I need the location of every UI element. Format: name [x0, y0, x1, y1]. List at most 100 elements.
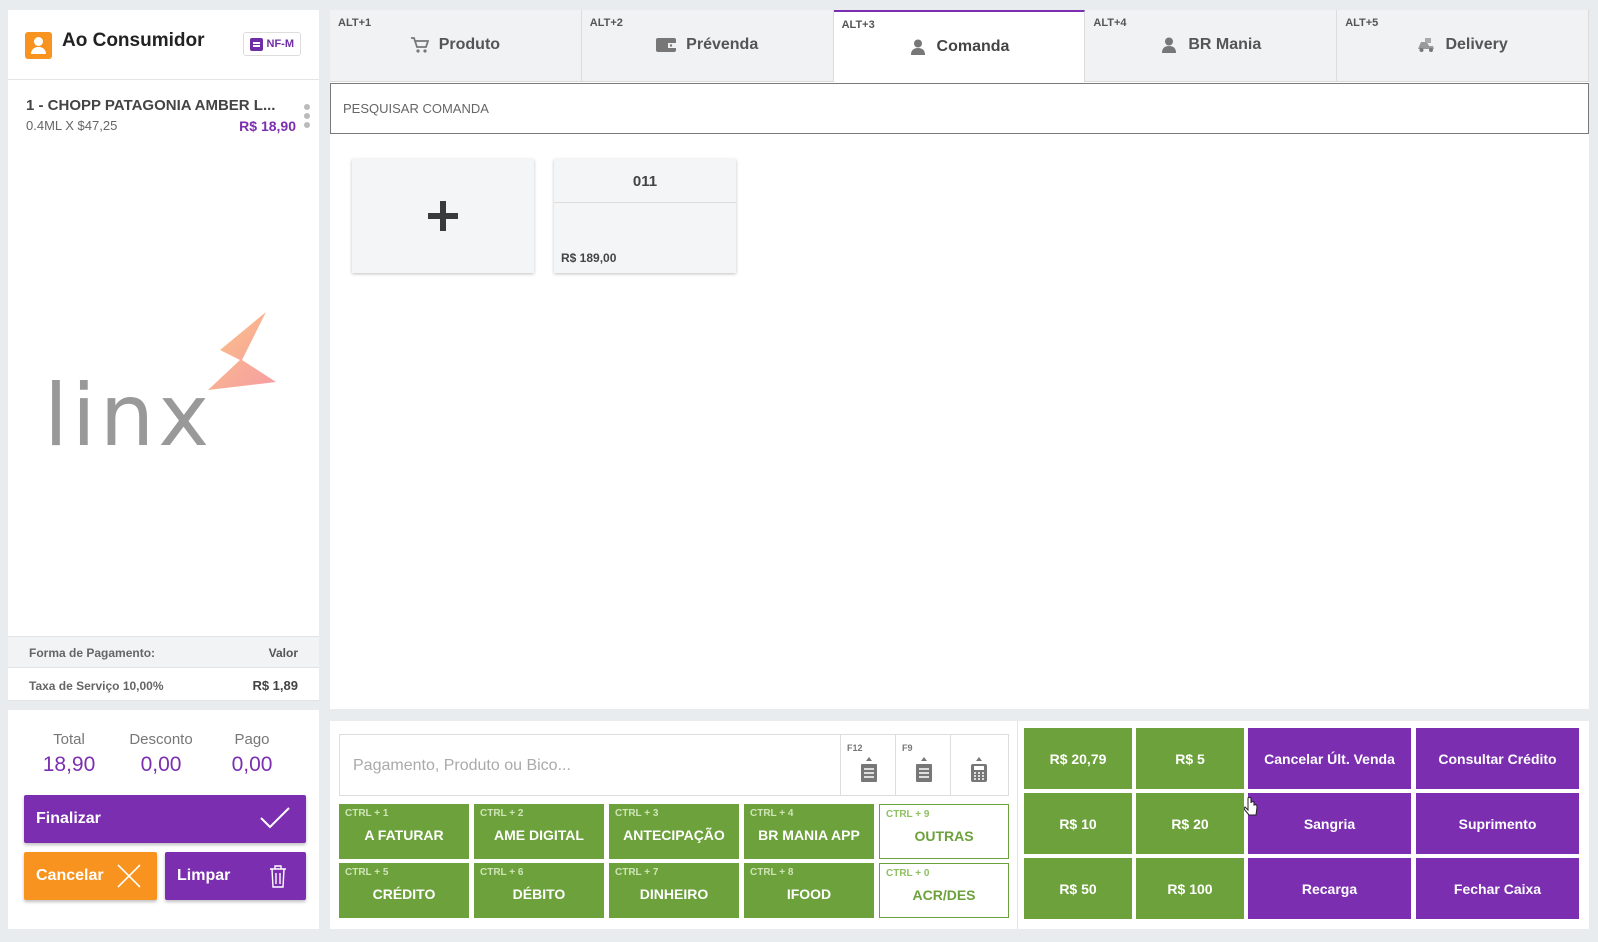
calculator-icon [971, 757, 987, 782]
shortcut-label: CTRL + 5 [345, 867, 389, 878]
payment-label: OUTRAS [914, 828, 974, 844]
payment-antecipacao-button[interactable]: CTRL + 3 ANTECIPAÇÃO [609, 804, 739, 859]
tab-label: Comanda [936, 38, 1010, 55]
tab-shortcut: ALT+3 [841, 19, 875, 31]
shortcut-label: CTRL + 1 [345, 808, 389, 819]
comanda-card[interactable]: 011 R$ 189,00 [554, 159, 736, 273]
clear-button[interactable]: Limpar [165, 852, 306, 900]
wallet-icon [656, 38, 677, 52]
payment-label: BR MANIA APP [758, 827, 860, 843]
tab-label: Produto [438, 36, 501, 53]
tab-bar: ALT+1 Produto ALT+2 Prévenda ALT+3 Coman… [330, 10, 1589, 82]
calculator-button[interactable] [950, 735, 1005, 795]
f9-button[interactable]: F9 [895, 735, 950, 795]
tab-shortcut: ALT+5 [1345, 17, 1379, 29]
total-label: Total [53, 731, 85, 748]
payment-a-faturar-button[interactable]: CTRL + 1 A FATURAR [339, 804, 469, 859]
payment-credito-button[interactable]: CTRL + 5 CRÉDITO [339, 863, 469, 918]
person-icon [1162, 37, 1177, 53]
document-icon [249, 37, 263, 51]
shortcut-label: CTRL + 9 [886, 809, 930, 820]
discount-value: 0,00 [140, 753, 182, 776]
finalize-label: Finalizar [36, 810, 101, 827]
close-icon [117, 864, 141, 888]
payment-dinheiro-button[interactable]: CTRL + 7 DINHEIRO [609, 863, 739, 918]
plus-icon [428, 201, 458, 231]
f9-label: F9 [902, 743, 913, 753]
discount-label: Desconto [129, 731, 193, 748]
cart-icon [410, 37, 429, 53]
tab-label: BR Mania [1188, 36, 1262, 53]
cancel-button[interactable]: Cancelar [24, 852, 157, 900]
payment-value-label: Valor [268, 646, 298, 660]
tab-delivery[interactable]: ALT+5 Delivery [1337, 10, 1589, 82]
payment-method-label: Forma de Pagamento: [29, 646, 156, 660]
cart-item[interactable]: 1 - CHOPP PATAGONIA AMBER L... 0.4ML X $… [26, 97, 310, 134]
cart-item-price: R$ 18,90 [239, 118, 296, 134]
quick-value-button[interactable]: R$ 50 [1024, 858, 1132, 919]
quick-value-button[interactable]: R$ 20 [1136, 793, 1244, 854]
tab-prevenda[interactable]: ALT+2 Prévenda [581, 10, 834, 82]
tab-comanda[interactable]: ALT+3 Comanda [833, 10, 1086, 82]
customer-avatar-icon[interactable] [25, 32, 52, 59]
mouse-cursor-icon [1244, 797, 1258, 816]
shortcut-label: CTRL + 4 [750, 808, 794, 819]
quick-value-button[interactable]: R$ 20,79 [1024, 728, 1132, 789]
payment-label: AME DIGITAL [494, 827, 584, 843]
cart-item-quantity: 0.4ML X $47,25 [26, 118, 118, 133]
tab-br-mania[interactable]: ALT+4 BR Mania [1085, 10, 1338, 82]
discount-box: Desconto 0,00 [116, 731, 206, 777]
cancel-label: Cancelar [36, 867, 104, 884]
payment-label: ACR/DES [912, 887, 976, 903]
cart-item-name: 1 - CHOPP PATAGONIA AMBER L... [26, 97, 276, 114]
finalize-button[interactable]: Finalizar [24, 795, 306, 843]
shortcut-label: CTRL + 8 [750, 867, 794, 878]
quick-value-button[interactable]: R$ 10 [1024, 793, 1132, 854]
recarga-button[interactable]: Recarga [1248, 858, 1411, 919]
payment-label: CRÉDITO [372, 886, 436, 902]
payment-input[interactable]: Pagamento, Produto ou Bico... F12 F9 [339, 734, 1009, 796]
f12-button[interactable]: F12 [840, 735, 895, 795]
delivery-icon [1418, 38, 1435, 52]
close-register-button[interactable]: Fechar Caixa [1416, 858, 1579, 919]
comanda-value: R$ 189,00 [561, 251, 617, 265]
service-fee-value: R$ 1,89 [252, 678, 298, 693]
service-fee-label: Taxa de Serviço 10,00% [29, 679, 164, 693]
payment-debito-button[interactable]: CTRL + 6 DÉBITO [474, 863, 604, 918]
shortcut-label: CTRL + 0 [886, 868, 930, 879]
paid-label: Pago [234, 731, 270, 748]
payment-panel: Pagamento, Produto ou Bico... F12 F9 CTR… [330, 721, 1589, 929]
payment-ifood-button[interactable]: CTRL + 8 IFOOD [744, 863, 874, 918]
payment-br-mania-app-button[interactable]: CTRL + 4 BR MANIA APP [744, 804, 874, 859]
f12-label: F12 [847, 743, 863, 753]
quick-value-button[interactable]: R$ 5 [1136, 728, 1244, 789]
payment-summary-header: Forma de Pagamento: Valor [8, 636, 319, 668]
payment-ame-digital-button[interactable]: CTRL + 2 AME DIGITAL [474, 804, 604, 859]
cancel-last-sale-button[interactable]: Cancelar Últ. Venda [1248, 728, 1411, 789]
add-comanda-button[interactable] [352, 159, 534, 273]
shortcut-label: CTRL + 3 [615, 808, 659, 819]
logo-text: linx [44, 366, 213, 466]
payment-label: ANTECIPAÇÃO [623, 827, 725, 843]
sangria-button[interactable]: Sangria [1248, 793, 1411, 854]
cart-panel: Ao Consumidor NF-M 1 - CHOPP PATAGONIA A… [8, 10, 319, 929]
paid-box: Pago 0,00 [207, 731, 297, 777]
nfm-badge[interactable]: NF-M [242, 32, 301, 56]
kebab-menu-icon[interactable] [304, 104, 310, 131]
payment-label: A FATURAR [364, 827, 444, 843]
nfm-badge-label: NF-M [266, 38, 295, 50]
shortcut-label: CTRL + 6 [480, 867, 524, 878]
suprimento-button[interactable]: Suprimento [1416, 793, 1579, 854]
payment-acr-des-button[interactable]: CTRL + 0 ACR/DES [879, 863, 1009, 918]
shortcut-label: CTRL + 7 [615, 867, 659, 878]
quick-value-button[interactable]: R$ 100 [1136, 858, 1244, 919]
tab-produto[interactable]: ALT+1 Produto [330, 10, 582, 82]
payment-label: DÉBITO [512, 886, 566, 902]
shortcut-label: CTRL + 2 [480, 808, 524, 819]
tab-label: Prévenda [686, 36, 759, 53]
check-credit-button[interactable]: Consultar Crédito [1416, 728, 1579, 789]
tab-shortcut: ALT+2 [589, 17, 623, 29]
payment-outras-button[interactable]: CTRL + 9 OUTRAS [879, 804, 1009, 859]
customer-name[interactable]: Ao Consumidor [62, 30, 205, 52]
comanda-search-input[interactable]: PESQUISAR COMANDA [330, 83, 1589, 134]
